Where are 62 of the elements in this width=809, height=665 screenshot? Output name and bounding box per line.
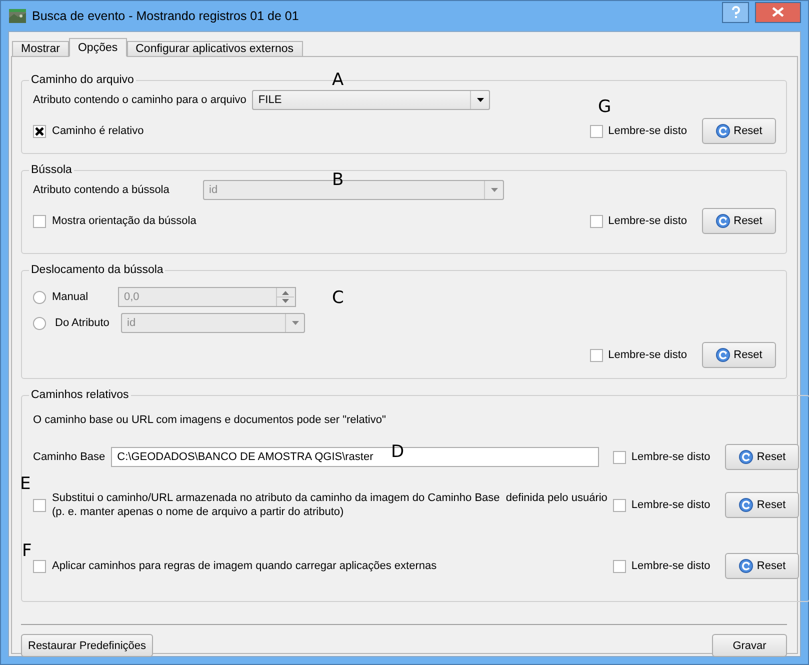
remember-checkbox[interactable] — [590, 348, 604, 362]
remember-checkbox[interactable] — [613, 450, 626, 464]
group-title: Deslocamento da bússola — [30, 264, 164, 276]
checkbox-label: Substitui o caminho/URL armazenada no atributo da caminho da imagem do Caminho Base definida pelo usuário (p. e. manter apenas o nome de arquivo a partir do atributo) — [52, 491, 608, 519]
checkbox-label: Mostra orientação da bússola — [52, 214, 196, 228]
help-button[interactable] — [722, 2, 749, 22]
option-checkbox[interactable] — [33, 214, 46, 228]
field-label: Atributo contendo a bússola — [33, 183, 170, 197]
app-icon — [9, 9, 26, 23]
refresh-icon — [716, 124, 730, 138]
remember-label: Lembre-se disto — [631, 451, 710, 463]
annotation-letter: F — [22, 543, 32, 560]
remember-label: Lembre-se disto — [608, 125, 687, 137]
remember-checkbox[interactable] — [613, 498, 626, 512]
reset-button[interactable]: Reset — [702, 118, 776, 144]
remember-label: Lembre-se disto — [608, 215, 687, 227]
annotation-letter: E — [20, 476, 31, 493]
window-title: Busca de evento - Mostrando registros 01 de 01 — [32, 9, 300, 23]
remember-checkbox[interactable] — [613, 560, 626, 572]
info-text: O caminho base ou URL com imagens e documentos pode ser "relativo" — [33, 413, 386, 427]
refresh-icon — [716, 348, 730, 362]
annotation-letter: G — [598, 99, 612, 116]
remember-label: Lembre-se disto — [631, 560, 710, 572]
reset-button[interactable]: Reset — [725, 444, 800, 470]
reset-button[interactable]: Reset — [725, 492, 800, 518]
attribute-dropdown[interactable]: FILE — [252, 90, 490, 110]
close-icon — [772, 7, 784, 17]
option-checkbox[interactable] — [33, 498, 46, 512]
save-button[interactable]: Gravar — [712, 634, 787, 657]
group-title: Caminhos relativos — [30, 389, 130, 401]
radio-label: Manual — [52, 290, 90, 304]
group-title: Caminho do arquivo — [30, 74, 135, 86]
checkbox-label: Aplicar caminhos para regras de imagem quando carregar aplicações externas — [52, 559, 437, 573]
refresh-icon — [738, 559, 753, 573]
checkbox-label: Caminho é relativo — [52, 124, 144, 138]
restore-defaults-button[interactable]: Restaurar Predefinições — [21, 634, 154, 657]
dropdown-arrow-icon — [476, 98, 484, 102]
help-icon — [730, 6, 740, 18]
dropdown-arrow-icon — [490, 188, 498, 192]
refresh-icon — [738, 498, 753, 512]
refresh-icon — [738, 450, 753, 464]
dropdown-arrow-icon — [292, 321, 298, 325]
field-label: Caminho Base — [33, 450, 106, 464]
field-label: Atributo contendo o caminho para o arquivo — [33, 93, 246, 107]
reset-button[interactable]: Reset — [702, 342, 776, 368]
annotation-letter: C — [332, 290, 344, 307]
annotation-letter: A — [332, 72, 344, 89]
radio-label: Do Atributo — [54, 316, 110, 330]
remember-checkbox[interactable] — [590, 124, 604, 138]
refresh-icon — [716, 214, 730, 228]
tab[interactable]: Configurar aplicativos externos — [126, 41, 303, 57]
reset-button[interactable]: Reset — [702, 208, 776, 234]
annotation-letter: D — [391, 444, 404, 461]
tab[interactable]: Mostrar — [12, 41, 69, 57]
remember-label: Lembre-se disto — [631, 499, 710, 511]
close-button[interactable] — [755, 2, 801, 22]
remember-checkbox[interactable] — [590, 214, 604, 228]
remember-label: Lembre-se disto — [608, 349, 687, 361]
reset-button[interactable]: Reset — [725, 553, 800, 579]
tab[interactable]: Opções — [68, 38, 127, 57]
option-checkbox[interactable] — [33, 560, 46, 572]
group-title: Bússola — [30, 164, 73, 176]
